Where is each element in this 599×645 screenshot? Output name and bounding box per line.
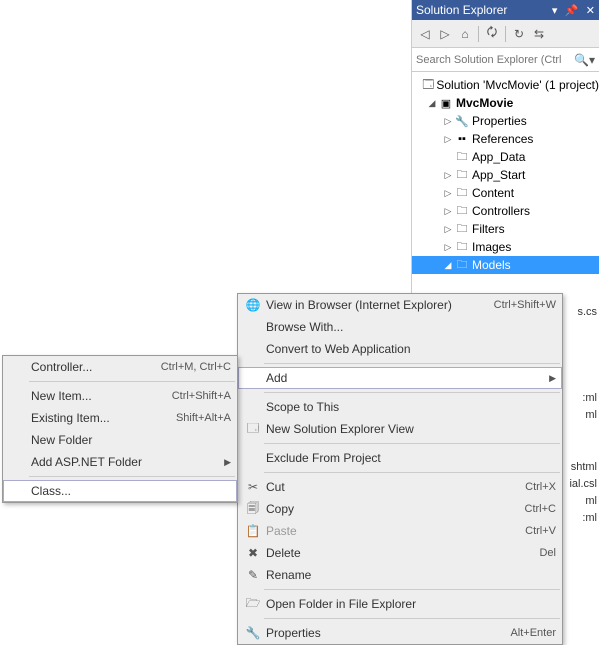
forward-icon[interactable]: ▷	[436, 25, 454, 43]
tree-node-references[interactable]: ▷▪▪References	[412, 130, 599, 148]
file-fragment: :ml	[582, 512, 597, 524]
solution-node[interactable]: 🗔Solution 'MvcMovie' (1 project)	[412, 76, 599, 94]
collapse-icon[interactable]: ⇆	[530, 25, 548, 43]
folder-open-icon: 🗁	[244, 594, 262, 615]
separator	[264, 363, 560, 364]
folder-icon: 🗀	[454, 238, 470, 257]
submenu-arrow-icon: ▶	[549, 373, 556, 384]
solution-explorer-toolbar: ◁ ▷ ⌂ 🗘 ↻ ⇆	[412, 20, 599, 48]
submenu-controller[interactable]: Controller...Ctrl+M, Ctrl+C	[3, 356, 237, 378]
project-icon: ▣	[438, 97, 454, 110]
folder-icon: 🗀	[454, 220, 470, 239]
menu-delete[interactable]: ✖DeleteDel	[238, 542, 562, 564]
separator	[264, 589, 560, 590]
menu-properties[interactable]: 🔧PropertiesAlt+Enter	[238, 622, 562, 644]
sync-icon[interactable]: 🗘	[483, 25, 501, 43]
solution-explorer-header: Solution Explorer ▾ 📌 ✕	[412, 0, 599, 20]
tree-node-content[interactable]: ▷🗀Content	[412, 184, 599, 202]
menu-open-folder[interactable]: 🗁Open Folder in File Explorer	[238, 593, 562, 615]
project-node[interactable]: ◢▣MvcMovie	[412, 94, 599, 112]
context-submenu-add: Controller...Ctrl+M, Ctrl+C New Item...C…	[2, 355, 238, 503]
cut-icon: ✂	[244, 480, 262, 494]
home-icon[interactable]: ⌂	[456, 25, 474, 43]
submenu-existing-item[interactable]: Existing Item...Shift+Alt+A	[3, 407, 237, 429]
file-fragment: ial.csl	[569, 478, 597, 490]
menu-rename[interactable]: ✎Rename	[238, 564, 562, 586]
separator	[264, 472, 560, 473]
pin-icon[interactable]: 📌	[565, 5, 579, 17]
wrench-icon: 🔧	[244, 626, 262, 640]
paste-icon: 📋	[244, 524, 262, 538]
separator	[29, 381, 235, 382]
rename-icon: ✎	[244, 568, 262, 582]
menu-view-in-browser[interactable]: 🌐View in Browser (Internet Explorer)Ctrl…	[238, 294, 562, 316]
submenu-class[interactable]: Class...	[3, 480, 237, 502]
close-icon[interactable]: ✕	[586, 5, 595, 17]
solution-tree: 🗔Solution 'MvcMovie' (1 project) ◢▣MvcMo…	[412, 72, 599, 278]
folder-icon: 🗀	[454, 202, 470, 221]
separator	[264, 443, 560, 444]
menu-cut[interactable]: ✂CutCtrl+X	[238, 476, 562, 498]
copy-icon: 🗐	[244, 499, 262, 520]
view-icon: 🗔	[244, 419, 262, 440]
tree-node-appstart[interactable]: ▷🗀App_Start	[412, 166, 599, 184]
dropdown-icon[interactable]: ▾	[552, 5, 558, 17]
references-icon: ▪▪	[454, 133, 470, 145]
context-menu: 🌐View in Browser (Internet Explorer)Ctrl…	[237, 293, 563, 645]
folder-icon: 🗀	[454, 256, 470, 275]
separator	[264, 618, 560, 619]
submenu-new-folder[interactable]: New Folder	[3, 429, 237, 451]
search-dropdown-icon[interactable]: ▾	[589, 53, 595, 67]
tree-node-properties[interactable]: ▷🔧Properties	[412, 112, 599, 130]
search-input[interactable]	[416, 54, 574, 66]
search-icon[interactable]: 🔍	[574, 53, 589, 67]
menu-add[interactable]: Add▶	[238, 367, 562, 389]
solution-icon: 🗔	[422, 76, 434, 95]
delete-icon: ✖	[244, 546, 262, 560]
tree-node-filters[interactable]: ▷🗀Filters	[412, 220, 599, 238]
tree-node-appdata[interactable]: 🗀App_Data	[412, 148, 599, 166]
tree-node-models[interactable]: ◢🗀Models	[412, 256, 599, 274]
browser-icon: 🌐	[244, 298, 262, 312]
submenu-new-item[interactable]: New Item...Ctrl+Shift+A	[3, 385, 237, 407]
refresh-icon[interactable]: ↻	[510, 25, 528, 43]
back-icon[interactable]: ◁	[416, 25, 434, 43]
submenu-arrow-icon: ▶	[224, 457, 231, 468]
menu-copy[interactable]: 🗐CopyCtrl+C	[238, 498, 562, 520]
tree-node-images[interactable]: ▷🗀Images	[412, 238, 599, 256]
tree-node-controllers[interactable]: ▷🗀Controllers	[412, 202, 599, 220]
menu-browse-with[interactable]: Browse With...	[238, 316, 562, 338]
menu-paste: 📋PasteCtrl+V	[238, 520, 562, 542]
wrench-icon: 🔧	[454, 115, 470, 128]
file-fragment: s.cs	[577, 306, 597, 318]
file-fragment: ml	[585, 409, 597, 421]
submenu-add-aspnet-folder[interactable]: Add ASP.NET Folder▶	[3, 451, 237, 473]
folder-icon: 🗀	[454, 148, 470, 167]
search-box[interactable]: 🔍 ▾	[412, 48, 599, 72]
menu-scope[interactable]: Scope to This	[238, 396, 562, 418]
file-fragment: shtml	[571, 461, 597, 473]
menu-convert[interactable]: Convert to Web Application	[238, 338, 562, 360]
file-fragment: ml	[585, 495, 597, 507]
file-fragment: :ml	[582, 392, 597, 404]
separator	[29, 476, 235, 477]
menu-new-view[interactable]: 🗔New Solution Explorer View	[238, 418, 562, 440]
panel-title: Solution Explorer	[416, 3, 548, 17]
separator	[264, 392, 560, 393]
folder-icon: 🗀	[454, 184, 470, 203]
folder-icon: 🗀	[454, 166, 470, 185]
menu-exclude[interactable]: Exclude From Project	[238, 447, 562, 469]
